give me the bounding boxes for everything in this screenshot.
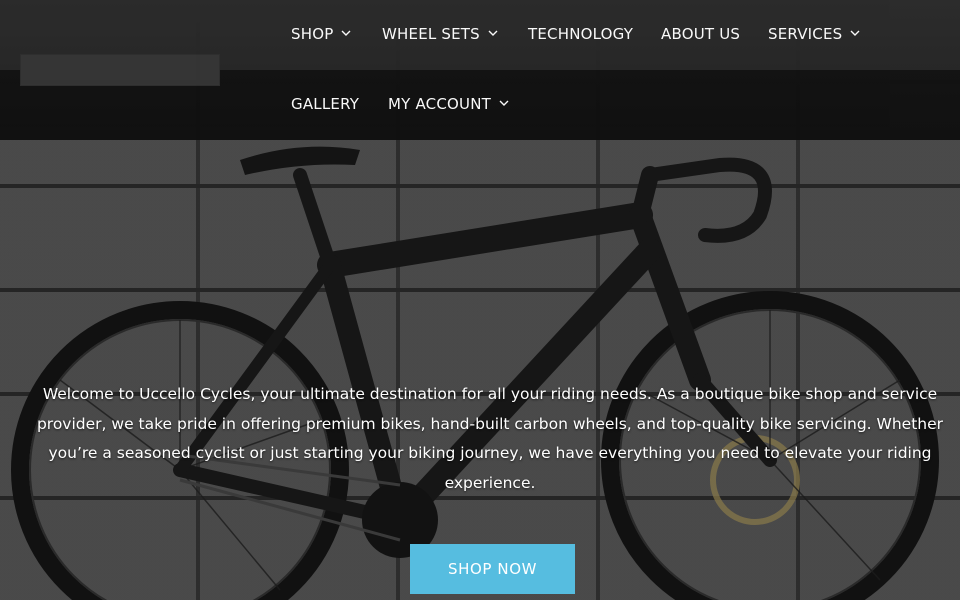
nav-item-technology[interactable]: TECHNOLOGY [528, 25, 633, 43]
chevron-down-icon [499, 100, 509, 106]
nav-item-gallery[interactable]: GALLERY [291, 95, 359, 113]
site-header: SHOP WHEEL SETS TECHNOLOGY ABOUT US SERV… [0, 0, 960, 140]
nav-item-label: SERVICES [768, 25, 843, 43]
site-logo[interactable] [20, 54, 220, 86]
shop-now-button[interactable]: SHOP NOW [410, 544, 575, 594]
nav-item-label: SHOP [291, 25, 334, 43]
chevron-down-icon [850, 30, 860, 36]
nav-item-shop[interactable]: SHOP [291, 25, 351, 43]
nav-item-label: MY ACCOUNT [388, 95, 491, 113]
nav-item-label: WHEEL SETS [382, 25, 480, 43]
nav-item-services[interactable]: SERVICES [768, 25, 860, 43]
chevron-down-icon [488, 30, 498, 36]
nav-item-wheel-sets[interactable]: WHEEL SETS [382, 25, 498, 43]
nav-item-my-account[interactable]: MY ACCOUNT [388, 95, 509, 113]
chevron-down-icon [341, 30, 351, 36]
nav-item-label: ABOUT US [661, 25, 741, 43]
nav-item-label: TECHNOLOGY [528, 25, 634, 43]
nav-item-label: GALLERY [291, 95, 360, 113]
hero-intro-text: Welcome to Uccello Cycles, your ultimate… [36, 385, 944, 492]
nav-item-about-us[interactable]: ABOUT US [661, 25, 740, 43]
